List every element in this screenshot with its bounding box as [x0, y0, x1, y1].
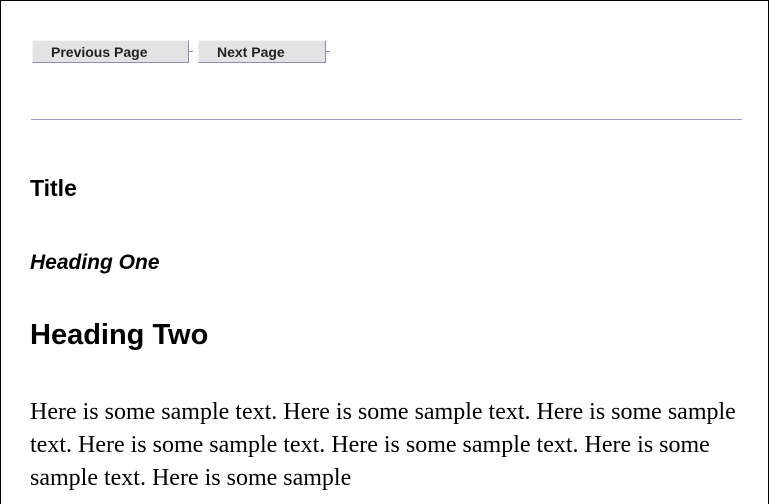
page-frame: Previous Page Next Page Title Heading On… — [0, 0, 769, 504]
page-title: Title — [30, 175, 77, 201]
page-navigation: Previous Page Next Page — [32, 40, 330, 68]
nav-separator — [326, 51, 330, 52]
heading-one: Heading One — [30, 251, 160, 274]
previous-page-button[interactable]: Previous Page — [32, 40, 189, 63]
nav-separator — [189, 51, 193, 52]
body-paragraph: Here is some sample text. Here is some s… — [30, 399, 736, 491]
next-page-button[interactable]: Next Page — [198, 40, 326, 63]
heading-two: Heading Two — [30, 319, 209, 351]
horizontal-rule — [31, 119, 742, 120]
